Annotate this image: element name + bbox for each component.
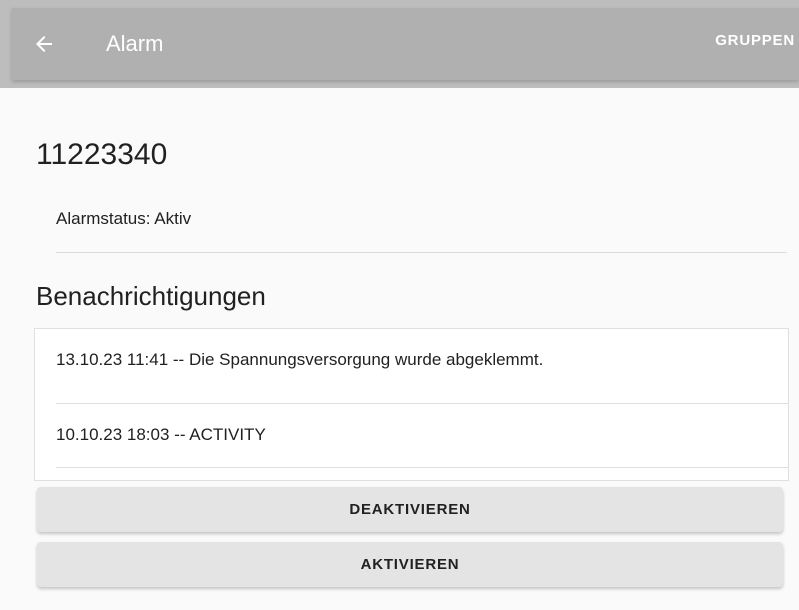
activate-button[interactable]: AKTIVIEREN [37,542,783,587]
groups-button[interactable]: GRUPPEN [715,32,795,49]
notifications-list[interactable]: 13.10.23 11:41 -- Die Spannungsversorgun… [34,328,789,481]
notifications-heading: Benachrichtigungen [36,281,266,311]
notification-item[interactable]: 10.10.23 18:03 -- ACTIVITY [35,404,788,466]
main-content: 11223340 Alarmstatus: Aktiv Benachrichti… [0,88,799,610]
deactivate-button[interactable]: DEAKTIVIEREN [37,487,783,532]
back-button[interactable] [20,20,68,68]
app-title: Alarm [106,31,164,56]
alarm-status: Alarmstatus: Aktiv [56,209,192,228]
arrow-left-icon [36,36,52,52]
notification-text: 13.10.23 11:41 -- Die Spannungsversorgun… [56,350,544,369]
app-bar: Alarm GRUPPEN [12,8,799,80]
alarm-id-title: 11223340 [36,138,168,171]
notification-item[interactable]: 13.10.23 11:41 -- Die Spannungsversorgun… [35,329,788,391]
divider [56,467,788,468]
divider [56,252,787,253]
app-bar-background: Alarm GRUPPEN [0,0,799,88]
notification-text: 10.10.23 18:03 -- ACTIVITY [56,425,266,444]
